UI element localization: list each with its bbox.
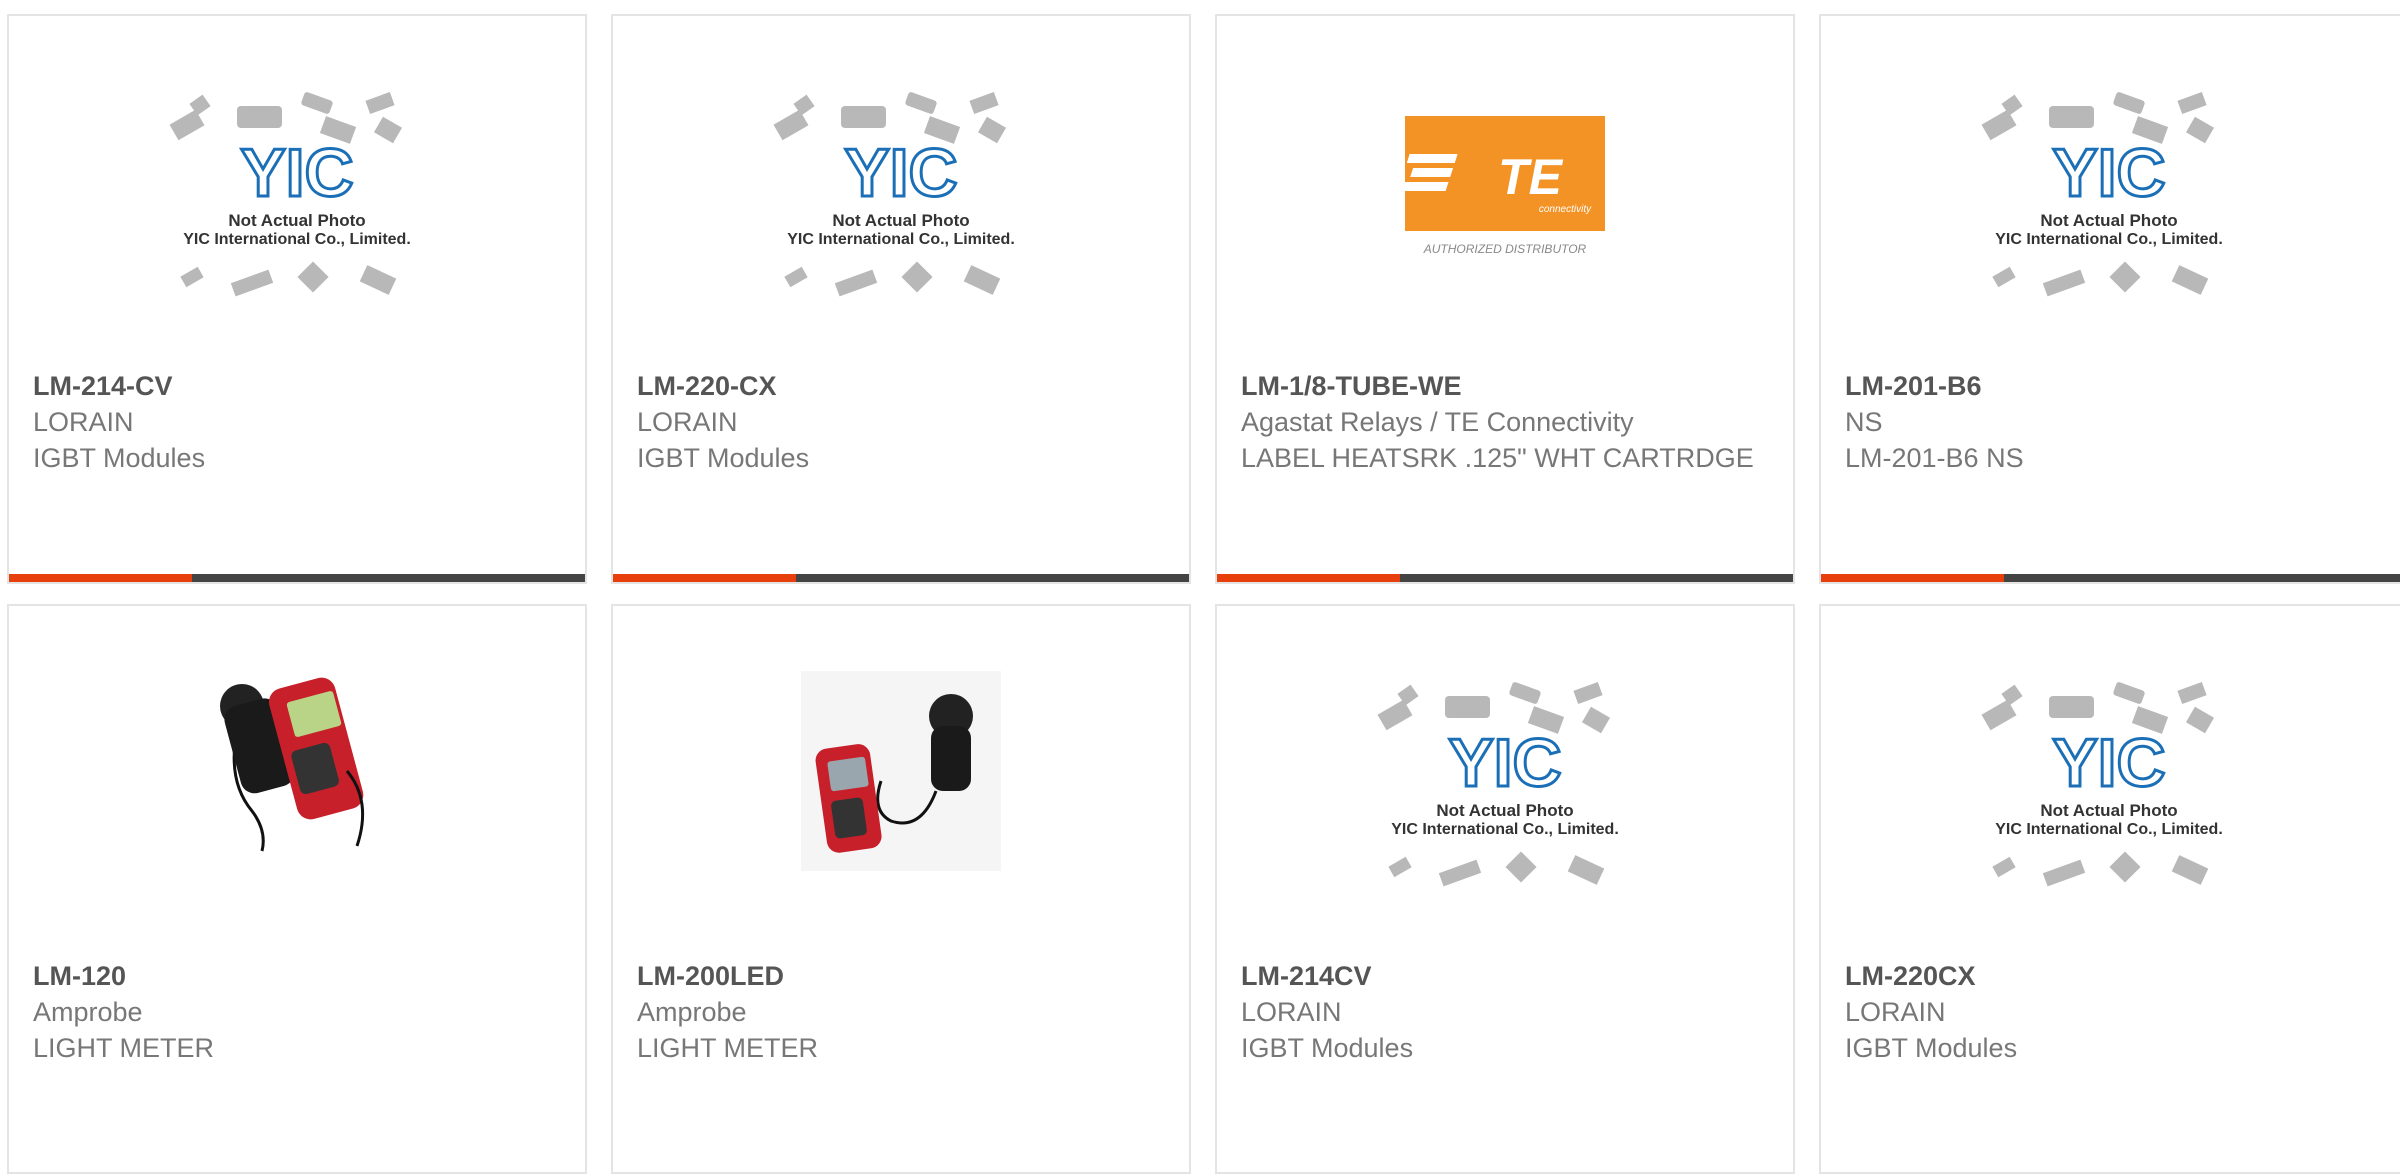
manufacturer: LORAIN: [1845, 997, 1946, 1027]
manufacturer: Amprobe: [33, 997, 143, 1027]
svg-text:Not Actual Photo: Not Actual Photo: [2040, 211, 2177, 230]
svg-text:TE: TE: [1498, 149, 1564, 205]
svg-text:YIC: YIC: [2052, 725, 2165, 801]
description: LABEL HEATSRK .125" WHT CARTRDGE: [1241, 443, 1754, 473]
card-bar: [1217, 574, 1793, 582]
product-image[interactable]: YIC Not Actual Photo YIC International C…: [1821, 666, 2397, 966]
description: LIGHT METER: [33, 1033, 215, 1063]
yic-placeholder-image: YIC Not Actual Photo YIC International C…: [1981, 91, 2223, 297]
description: IGBT Modules: [33, 443, 206, 473]
svg-text:Not Actual Photo: Not Actual Photo: [832, 211, 969, 230]
light-meter-image: [220, 677, 365, 852]
description: IGBT Modules: [637, 443, 810, 473]
product-image[interactable]: [9, 661, 585, 961]
svg-text:YIC International Co., Limited: YIC International Co., Limited.: [1995, 821, 2223, 838]
product-image[interactable]: YIC Not Actual Photo YIC International C…: [613, 76, 1189, 376]
product-image[interactable]: YIC Not Actual Photo YIC International C…: [1217, 666, 1793, 966]
product-card[interactable]: LM-120 Amprobe LIGHT METER: [7, 604, 587, 1174]
manufacturer: LORAIN: [637, 407, 738, 437]
description: LM-201-B6 NS: [1845, 443, 2024, 473]
part-number[interactable]: LM-1/8-TUBE-WE: [1241, 368, 1769, 404]
product-image[interactable]: YIC Not Actual Photo YIC International C…: [1821, 76, 2397, 376]
yic-placeholder-image: YIC Not Actual Photo YIC International C…: [773, 91, 1015, 297]
product-card[interactable]: YIC Not Actual Photo YIC International C…: [1215, 604, 1795, 1174]
description: IGBT Modules: [1845, 1033, 2018, 1063]
part-number[interactable]: LM-220CX: [1845, 958, 2383, 994]
description: LIGHT METER: [637, 1033, 819, 1063]
svg-text:YIC International Co., Limited: YIC International Co., Limited.: [1995, 231, 2223, 248]
manufacturer: NS: [1845, 407, 1883, 437]
svg-text:Not Actual Photo: Not Actual Photo: [1436, 801, 1573, 820]
part-number[interactable]: LM-214CV: [1241, 958, 1769, 994]
te-connectivity-logo: TE connectivity AUTHORIZED DISTRIBUTOR: [1400, 116, 1605, 256]
svg-text:connectivity: connectivity: [1539, 204, 1592, 215]
part-number[interactable]: LM-214-CV: [33, 368, 561, 404]
part-number[interactable]: LM-220-CX: [637, 368, 1165, 404]
svg-text:YIC: YIC: [844, 135, 957, 211]
card-bar: [1821, 574, 2400, 582]
svg-text:YIC International Co., Limited: YIC International Co., Limited.: [787, 231, 1015, 248]
card-bar: [9, 574, 585, 582]
svg-text:YIC: YIC: [240, 135, 353, 211]
svg-text:Not Actual Photo: Not Actual Photo: [2040, 801, 2177, 820]
yic-placeholder-image: YIC Not Actual Photo YIC International C…: [1981, 681, 2223, 887]
product-card[interactable]: YIC Not Actual Photo YIC International C…: [7, 14, 587, 584]
yic-placeholder-image: YIC Not Actual Photo YIC International C…: [1377, 681, 1619, 887]
manufacturer: LORAIN: [33, 407, 134, 437]
product-card[interactable]: LM-200LED Amprobe LIGHT METER: [611, 604, 1191, 1174]
svg-text:Not Actual Photo: Not Actual Photo: [228, 211, 365, 230]
manufacturer: LORAIN: [1241, 997, 1342, 1027]
part-number[interactable]: LM-200LED: [637, 958, 1165, 994]
svg-text:YIC International Co., Limited: YIC International Co., Limited.: [183, 231, 411, 248]
part-number[interactable]: LM-120: [33, 958, 561, 994]
product-grid: YIC Not Actual Photo YIC International C…: [0, 0, 2400, 1174]
product-card[interactable]: TE connectivity AUTHORIZED DISTRIBUTOR L…: [1215, 14, 1795, 584]
yic-placeholder-image: YIC Not Actual Photo YIC International C…: [169, 91, 411, 297]
description: IGBT Modules: [1241, 1033, 1414, 1063]
product-card[interactable]: YIC Not Actual Photo YIC International C…: [611, 14, 1191, 584]
manufacturer: Amprobe: [637, 997, 747, 1027]
light-meter-image: [801, 671, 1001, 871]
card-bar: [613, 574, 1189, 582]
product-image[interactable]: YIC Not Actual Photo YIC International C…: [9, 76, 585, 376]
svg-text:YIC: YIC: [1448, 725, 1561, 801]
svg-text:AUTHORIZED DISTRIBUTOR: AUTHORIZED DISTRIBUTOR: [1423, 242, 1587, 256]
product-image[interactable]: [613, 671, 1189, 971]
svg-text:YIC International Co., Limited: YIC International Co., Limited.: [1391, 821, 1619, 838]
product-card[interactable]: YIC Not Actual Photo YIC International C…: [1819, 14, 2400, 584]
manufacturer: Agastat Relays / TE Connectivity: [1241, 407, 1634, 437]
product-card[interactable]: YIC Not Actual Photo YIC International C…: [1819, 604, 2400, 1174]
part-number[interactable]: LM-201-B6: [1845, 368, 2383, 404]
svg-text:YIC: YIC: [2052, 135, 2165, 211]
